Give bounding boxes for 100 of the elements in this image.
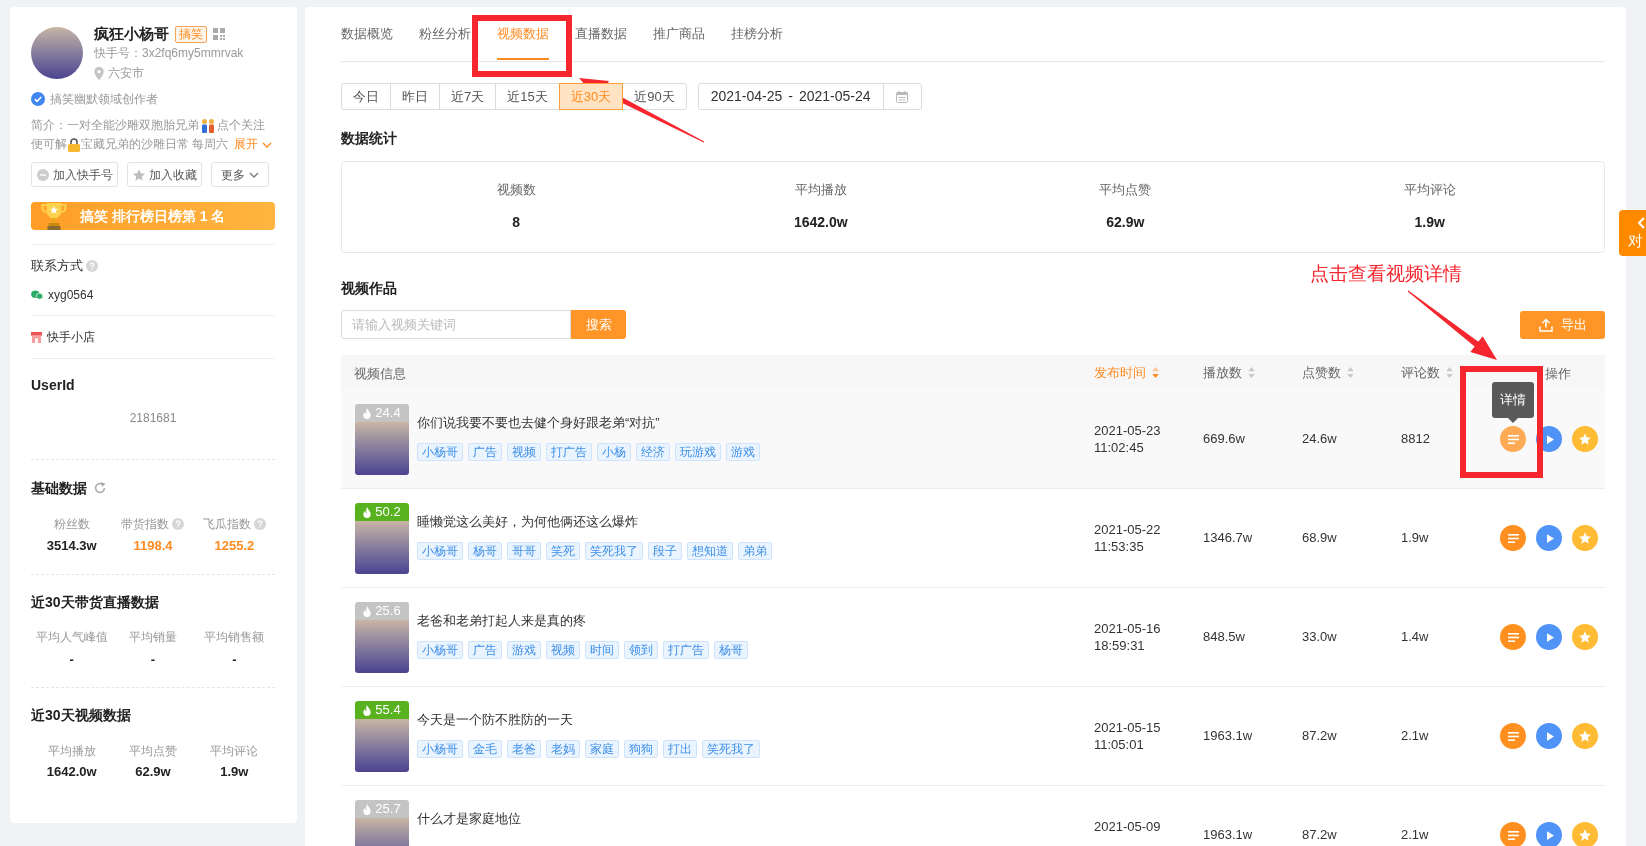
- date-range-button[interactable]: 近7天: [439, 83, 497, 110]
- favorite-button[interactable]: [1572, 723, 1598, 749]
- detail-button[interactable]: [1500, 723, 1526, 749]
- list-icon: [1507, 434, 1519, 444]
- keyword-tag: 小杨哥: [417, 740, 463, 758]
- detail-button[interactable]: [1500, 426, 1526, 452]
- date-range-button[interactable]: 今日: [341, 83, 391, 110]
- detail-button[interactable]: [1500, 624, 1526, 650]
- detail-button[interactable]: [1500, 525, 1526, 551]
- more-button[interactable]: 更多: [211, 162, 269, 187]
- summary-value: 62.9w: [1106, 213, 1145, 231]
- comment-count: 1.4w: [1401, 628, 1429, 647]
- keyword-tag: 打出: [663, 740, 697, 758]
- favorite-button[interactable]: [1572, 525, 1598, 551]
- chevron-down-icon: [262, 141, 273, 148]
- intro-text: 简介：一对全能沙雕双胞胎兄弟: [31, 117, 199, 134]
- play-icon: [1546, 731, 1554, 741]
- keyword-tag: 小杨: [597, 443, 631, 461]
- keyword-tag: 哥哥: [507, 542, 541, 560]
- certification-text: 搞笑幽默领域创作者: [50, 91, 158, 108]
- summary-label: 平均评论: [1403, 181, 1456, 199]
- keyword-tag: 游戏: [507, 641, 541, 659]
- stat-label: 粉丝数: [53, 516, 90, 533]
- date-range-button[interactable]: 近15天: [495, 83, 560, 110]
- stat-value: -: [150, 651, 156, 669]
- flame-icon: [363, 803, 372, 815]
- shop-link[interactable]: 快手小店: [47, 328, 95, 346]
- date-range-button[interactable]: 近90天: [622, 83, 687, 110]
- date-range-picker[interactable]: 2021-04-25 - 2021-05-24: [697, 83, 922, 110]
- like-count: 33.0w: [1302, 628, 1337, 647]
- tab[interactable]: 直播数据: [575, 7, 627, 61]
- keyword-tag: 笑死: [546, 542, 580, 560]
- date-range-button[interactable]: 昨日: [390, 83, 440, 110]
- intro-text: 宝藏兄弟的沙雕日常 每周六: [81, 136, 229, 153]
- tab[interactable]: 粉丝分析: [419, 7, 471, 61]
- favorite-button[interactable]: [1572, 624, 1598, 650]
- like-count: 87.2w: [1302, 727, 1337, 746]
- heat-score: 55.4: [375, 701, 401, 719]
- refresh-icon[interactable]: [94, 482, 106, 494]
- like-count: 68.9w: [1302, 529, 1337, 548]
- play-icon: [1546, 533, 1554, 543]
- flame-icon: [363, 407, 372, 419]
- play-count: 1963.1w: [1203, 826, 1253, 845]
- comment-count: 8812: [1401, 430, 1430, 449]
- rank-banner-text: 搞笑 排行榜日榜第 1 名: [80, 207, 226, 226]
- stat-value: 62.9w: [135, 763, 171, 781]
- video-title[interactable]: 今天是一个防不胜防的一天: [417, 712, 573, 728]
- like-count: 24.6w: [1302, 430, 1337, 449]
- section-heading: 数据统计: [341, 129, 397, 148]
- video-title[interactable]: 你们说我要不要也去健个身好跟老弟“对抗”: [417, 415, 660, 431]
- column-header[interactable]: 播放数: [1203, 363, 1255, 382]
- play-button[interactable]: [1536, 822, 1562, 846]
- category-tag: 搞笑: [175, 25, 207, 43]
- publish-time: 2021-05-22 11:53:35: [1094, 521, 1161, 555]
- detail-button[interactable]: [1500, 822, 1526, 846]
- keyword-tag: 小杨哥: [417, 443, 463, 461]
- summary-label: 视频数: [496, 181, 536, 199]
- favorite-button[interactable]: [1572, 822, 1598, 846]
- stat-value: 1198.4: [133, 537, 173, 555]
- stat-label: 平均点赞: [129, 743, 177, 760]
- tab[interactable]: 数据概览: [341, 7, 393, 61]
- video-title[interactable]: 老爸和老弟打起人来是真的疼: [417, 613, 586, 629]
- video-title[interactable]: 睡懒觉这么美好，为何他俩还这么爆炸: [417, 514, 638, 530]
- play-button[interactable]: [1536, 624, 1562, 650]
- stat-label: 飞瓜指数: [202, 516, 251, 533]
- play-button[interactable]: [1536, 723, 1562, 749]
- column-header: 操作: [1545, 365, 1571, 381]
- video-title[interactable]: 什么才是家庭地位: [417, 811, 521, 827]
- flame-icon: [363, 704, 372, 716]
- section-heading: 视频作品: [341, 279, 397, 298]
- heat-score: 25.6: [375, 602, 401, 620]
- tooltip: 详情: [1492, 382, 1534, 423]
- tab[interactable]: 推广商品: [653, 7, 705, 61]
- location-text: 六安市: [108, 65, 144, 82]
- list-icon: [1507, 632, 1519, 642]
- keyword-tag: 广告: [468, 641, 502, 659]
- photo-placeholder: [355, 719, 409, 772]
- column-header[interactable]: 评论数: [1401, 363, 1453, 382]
- summary-label: 平均播放: [794, 181, 847, 199]
- keyword-tag: 打广告: [546, 443, 592, 461]
- play-button[interactable]: [1536, 525, 1562, 551]
- stat-label: 平均评论: [210, 743, 259, 760]
- annotation-text: 点击查看视频详情: [1310, 262, 1462, 286]
- stat-label: 平均人气峰值: [35, 629, 108, 646]
- flame-icon: [363, 506, 372, 518]
- stat-value: 1.9w: [220, 763, 249, 781]
- tab[interactable]: 挂榜分析: [731, 7, 783, 61]
- play-icon: [1546, 434, 1554, 444]
- stat-value: 1642.0w: [46, 763, 97, 781]
- keyword-tag: 想知道: [687, 542, 733, 560]
- add-favorite-button[interactable]: 加入收藏: [127, 162, 202, 187]
- favorite-button[interactable]: [1572, 426, 1598, 452]
- keyword-tag: 笑死我了: [585, 542, 643, 560]
- add-account-button[interactable]: 加入快手号: [31, 162, 118, 187]
- chevron-left-icon: [1638, 217, 1645, 229]
- stat-value: -: [232, 651, 237, 669]
- keyword-tag: 段子: [648, 542, 682, 560]
- star-icon: [1579, 532, 1591, 544]
- search-field[interactable]: 请输入视频关键词: [341, 310, 571, 339]
- column-header[interactable]: 点赞数: [1302, 363, 1354, 382]
